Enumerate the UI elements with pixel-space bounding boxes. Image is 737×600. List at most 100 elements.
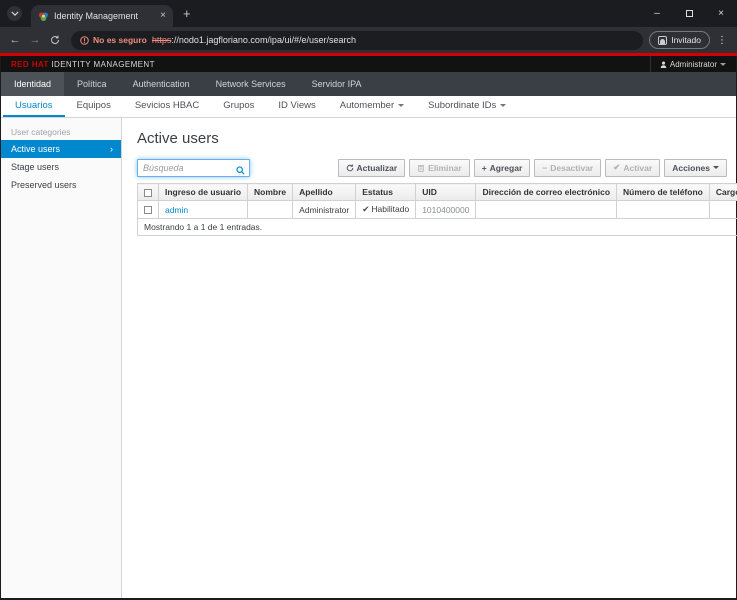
cell-cargo: [709, 201, 737, 219]
table-summary-row: Mostrando 1 a 1 de 1 entradas.: [138, 219, 737, 236]
select-all-header: [138, 184, 159, 201]
enable-button[interactable]: ✔ Activar: [605, 159, 660, 177]
check-icon: ✔: [362, 204, 369, 214]
tab-automember-label: Automember: [340, 100, 394, 111]
sidebar-item-active-users[interactable]: Active users ›: [1, 140, 121, 158]
warning-icon: [80, 36, 89, 45]
tab-subordinate-ids-label: Subordinate IDs: [428, 100, 496, 111]
cell-uid: 1010400000: [416, 201, 476, 219]
address-bar[interactable]: No es seguro https://nodo1.jagfloriano.c…: [71, 31, 643, 50]
cell-estatus: ✔Habilitado: [356, 201, 416, 219]
nav-servidor-ipa[interactable]: Servidor IPA: [299, 72, 375, 96]
sidebar-header: User categories: [1, 123, 121, 140]
tab-usuarios[interactable]: Usuarios: [3, 96, 65, 117]
sidebar-item-label: Active users: [11, 144, 60, 154]
column-header-telefono: Número de teléfono: [617, 184, 710, 201]
column-header-estatus: Estatus: [356, 184, 416, 201]
table-header-row: Ingreso de usuario Nombre Apellido Estat…: [138, 184, 737, 201]
user-menu-label: Administrator: [670, 60, 717, 69]
delete-button-label: Eliminar: [428, 163, 462, 173]
page-title: Active users: [137, 130, 727, 147]
sidebar: User categories Active users › Stage use…: [1, 118, 122, 598]
tab-equipos[interactable]: Equipos: [65, 96, 123, 117]
tab-id-views[interactable]: ID Views: [266, 96, 327, 117]
trash-icon: [417, 164, 425, 172]
window-maximize-button[interactable]: [673, 0, 705, 27]
controls-row: Actualizar Eliminar + Agregar − Desac: [137, 158, 727, 177]
reload-icon[interactable]: [45, 35, 65, 45]
column-header-correo: Dirección de correo electrónico: [476, 184, 617, 201]
row-select-cell: [138, 201, 159, 219]
user-link[interactable]: admin: [165, 205, 188, 215]
back-icon[interactable]: ←: [5, 34, 25, 46]
window-minimize-button[interactable]: –: [641, 0, 673, 27]
column-header-apellido: Apellido: [293, 184, 356, 201]
nav-authentication[interactable]: Authentication: [120, 72, 203, 96]
tab-sevicios-hbac[interactable]: Sevicios HBAC: [123, 96, 211, 117]
nav-identidad[interactable]: Identidad: [1, 72, 64, 96]
add-button-label: Agregar: [490, 163, 523, 173]
user-menu[interactable]: Administrator: [650, 56, 736, 72]
disable-button[interactable]: − Desactivar: [534, 159, 601, 177]
guest-avatar-icon: [658, 36, 667, 45]
tab-automember[interactable]: Automember: [328, 96, 416, 117]
brand-redhat: RED HAT: [11, 60, 49, 69]
plus-icon: +: [482, 163, 487, 173]
refresh-button[interactable]: Actualizar: [338, 159, 406, 177]
search-icon[interactable]: [236, 162, 245, 180]
column-header-uid: UID: [416, 184, 476, 201]
main-content: Active users Actualizar: [122, 118, 736, 598]
chevron-down-icon: [720, 63, 726, 66]
url-protocol: https: [152, 35, 172, 45]
not-secure-label: No es seguro: [93, 35, 147, 45]
window-controls: – ×: [641, 0, 737, 27]
chevron-down-icon: [713, 166, 719, 169]
new-tab-button[interactable]: +: [183, 6, 191, 21]
select-all-checkbox[interactable]: [144, 189, 152, 197]
not-secure-badge[interactable]: No es seguro: [80, 35, 147, 45]
row-checkbox[interactable]: [144, 206, 152, 214]
search-input[interactable]: [137, 159, 250, 177]
window-close-button[interactable]: ×: [705, 0, 737, 27]
browser-tab[interactable]: Identity Management ×: [31, 5, 173, 27]
maximize-icon: [686, 10, 693, 17]
masthead: RED HAT IDENTITY MANAGEMENT Administrato…: [1, 56, 736, 72]
browser-toolbar: ← → No es seguro https://nodo1.jagfloria…: [0, 27, 737, 53]
browser-window: Identity Management × + – × ← → No es se…: [0, 0, 737, 600]
nav-network-services[interactable]: Network Services: [203, 72, 299, 96]
profile-chip[interactable]: Invitado: [649, 31, 710, 49]
tab-close-icon[interactable]: ×: [160, 11, 166, 21]
cell-telefono: [617, 201, 710, 219]
forward-icon[interactable]: →: [25, 34, 45, 46]
chevron-down-icon: [500, 104, 506, 107]
url-text: https://nodo1.jagfloriano.com/ipa/ui/#/e…: [152, 35, 356, 45]
tab-search-button[interactable]: [7, 6, 22, 21]
disable-button-label: Desactivar: [550, 163, 593, 173]
status-label: Habilitado: [371, 204, 409, 214]
actions-button[interactable]: Acciones: [664, 159, 727, 177]
person-icon: [660, 61, 667, 68]
delete-button[interactable]: Eliminar: [409, 159, 470, 177]
tab-grupos[interactable]: Grupos: [211, 96, 266, 117]
column-header-cargo: Cargo: [709, 184, 737, 201]
cell-correo: [476, 201, 617, 219]
primary-nav: Identidad Política Authentication Networ…: [1, 72, 736, 96]
cell-nombre: [248, 201, 293, 219]
browser-menu-icon[interactable]: ⋮: [717, 35, 727, 46]
secondary-nav: Usuarios Equipos Sevicios HBAC Grupos ID…: [1, 96, 736, 118]
users-table: Ingreso de usuario Nombre Apellido Estat…: [137, 183, 737, 236]
chevron-right-icon: ›: [110, 144, 113, 154]
sidebar-item-stage-users[interactable]: Stage users: [1, 158, 121, 176]
cell-login: admin: [159, 201, 248, 219]
minus-icon: −: [542, 163, 547, 173]
nav-politica[interactable]: Política: [64, 72, 120, 96]
add-button[interactable]: + Agregar: [474, 159, 531, 177]
sidebar-item-preserved-users[interactable]: Preserved users: [1, 176, 121, 194]
refresh-icon: [346, 164, 354, 172]
profile-label: Invitado: [671, 35, 701, 45]
tab-subordinate-ids[interactable]: Subordinate IDs: [416, 96, 518, 117]
sidebar-item-label: Preserved users: [11, 180, 77, 190]
cell-apellido: Administrator: [293, 201, 356, 219]
enable-button-label: Activar: [623, 163, 652, 173]
brand-logo: RED HAT IDENTITY MANAGEMENT: [11, 60, 155, 69]
